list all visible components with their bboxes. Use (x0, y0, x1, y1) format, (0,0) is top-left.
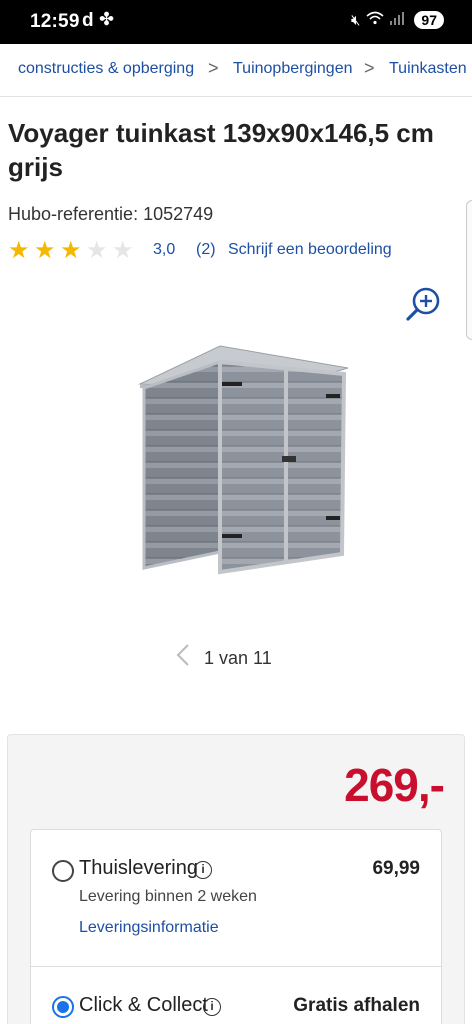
option-title[interactable]: Click & Collect (79, 994, 208, 1017)
star-empty-icon: ★ (86, 236, 108, 264)
product-image[interactable] (136, 340, 350, 578)
product-reference: Hubo-referentie: 1052749 (8, 204, 214, 224)
option-price: Gratis afhalen (293, 995, 420, 1016)
star-filled-icon: ★ (60, 236, 82, 264)
breadcrumb-separator: > (364, 58, 375, 78)
rating-value: 3,0 (153, 241, 176, 258)
chevron-left-icon[interactable] (176, 643, 190, 674)
option-title[interactable]: Thuislevering (79, 857, 198, 880)
rating-count[interactable]: (2) (196, 241, 216, 259)
breadcrumb-separator: > (208, 58, 219, 78)
battery-icon: 97 (414, 11, 444, 29)
info-icon[interactable]: i (194, 861, 212, 879)
image-carousel-indicator: 1 van 11 (176, 643, 272, 674)
breadcrumb-item[interactable]: constructies & opberging (18, 60, 194, 78)
delivery-radio-click-collect[interactable] (52, 996, 74, 1018)
status-bar: 12:59 d ✤ 🔇︎ 97 (0, 0, 472, 44)
star-filled-icon: ★ (8, 236, 30, 264)
option-subtitle: Levering binnen 2 weken (79, 888, 257, 905)
divider (30, 966, 442, 967)
option-price: 69,99 (372, 858, 420, 879)
delivery-info-link[interactable]: Leveringsinformatie (79, 919, 219, 937)
price: 269,- (344, 759, 445, 811)
star-empty-icon: ★ (112, 236, 134, 264)
side-tab[interactable] (466, 200, 472, 340)
status-time: 12:59 (30, 11, 80, 32)
mute-icon: 🔇︎ (350, 11, 361, 29)
breadcrumb-item[interactable]: Tuinkasten (389, 60, 467, 78)
delivery-radio-home[interactable] (52, 860, 74, 882)
info-icon[interactable]: i (203, 998, 221, 1016)
breadcrumb-item[interactable]: Tuinopbergingen (233, 60, 353, 78)
write-review-link[interactable]: Schrijf een beoordeling (228, 241, 392, 259)
rating[interactable]: ★ ★ ★ ★ ★ 3,0 (2) Schrijf een beoordelin… (8, 236, 392, 264)
zoom-in-icon[interactable] (404, 284, 444, 324)
pinwheel-icon: ✤ (99, 9, 115, 29)
star-filled-icon: ★ (34, 236, 56, 264)
signal-icon (390, 11, 405, 29)
breadcrumb: constructies & opberging > Tuinopberging… (0, 56, 472, 84)
image-counter: 1 van 11 (204, 647, 272, 668)
divider (0, 96, 472, 97)
wifi-icon (366, 11, 384, 29)
product-title: Voyager tuinkast 139x90x146,5 cm grijs (8, 118, 434, 182)
status-icons: 🔇︎ 97 (351, 11, 444, 29)
carrier-glyph: d (82, 10, 94, 31)
